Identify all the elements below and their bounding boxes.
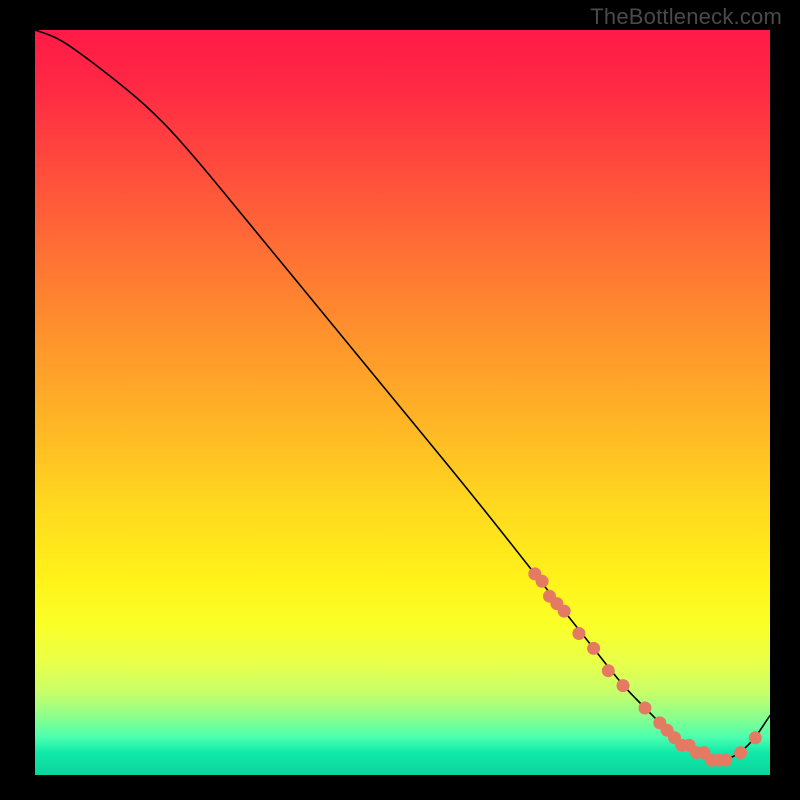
data-marker [719,754,732,767]
plot-area [35,30,770,775]
data-marker [734,746,747,759]
watermark-text: TheBottleneck.com [590,4,782,30]
data-marker [617,679,630,692]
data-marker [558,605,571,618]
data-marker [536,575,549,588]
data-marker [639,702,652,715]
chart-frame: TheBottleneck.com [0,0,800,800]
data-marker [749,731,762,744]
marker-group [528,567,762,766]
data-marker [602,664,615,677]
chart-svg [35,30,770,775]
bottleneck-curve [35,30,770,760]
data-marker [587,642,600,655]
data-marker [572,627,585,640]
